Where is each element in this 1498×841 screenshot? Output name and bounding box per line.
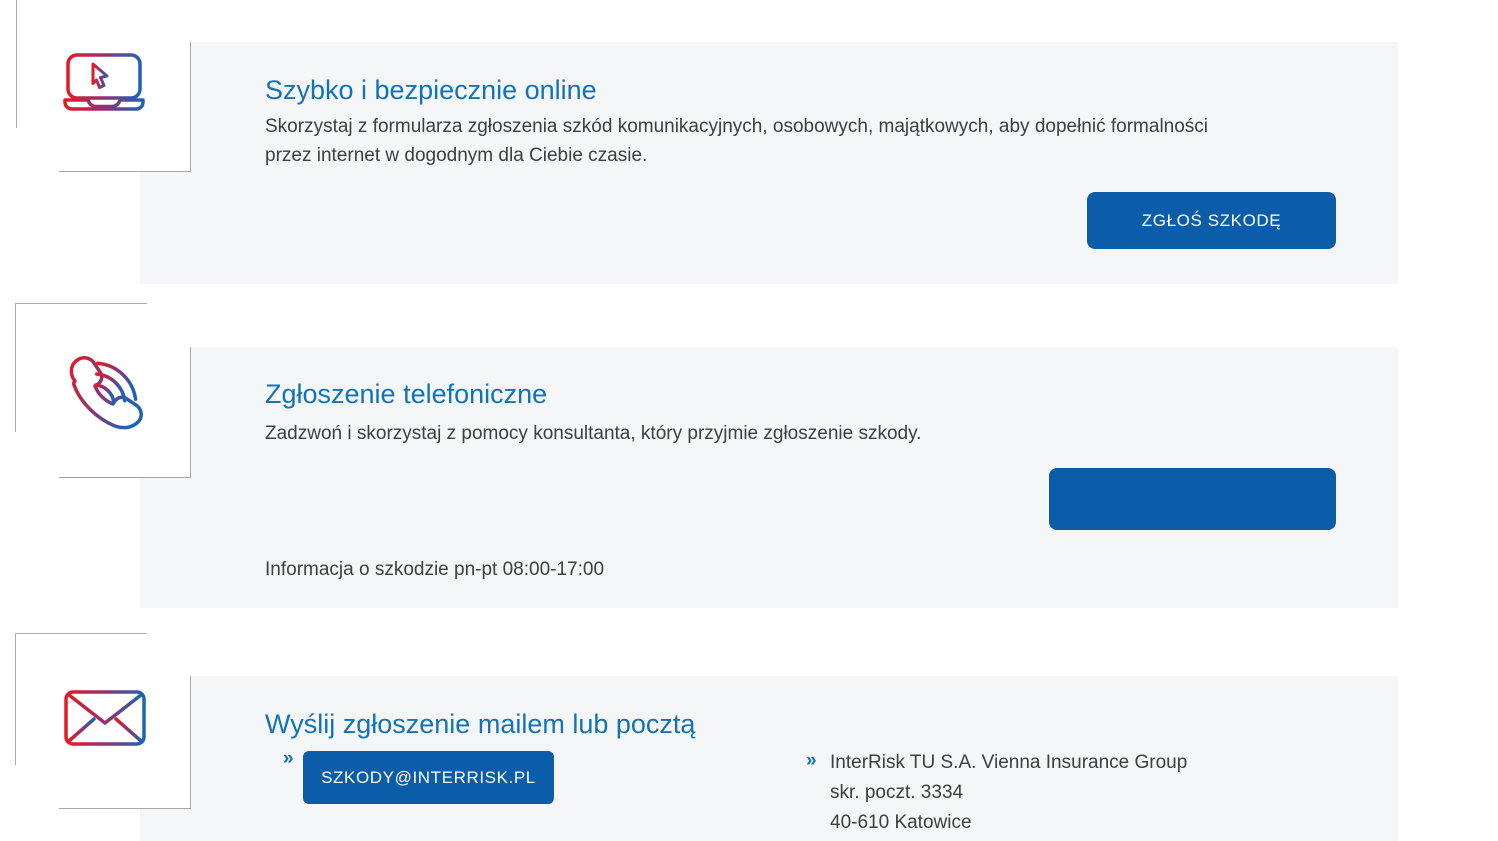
email-button[interactable]: SZKODY@INTERRISK.PL (303, 751, 554, 804)
section-title: Wyślij zgłoszenie mailem lub pocztą (265, 707, 695, 741)
section-description: Zadzwoń i skorzystaj z pomocy konsultant… (265, 419, 1325, 448)
online-icon-box (59, 42, 191, 172)
phone-number-button[interactable] (1049, 468, 1336, 530)
description-line: przez internet w dogodnym dla Ciebie cza… (265, 141, 1325, 170)
address-line: skr. poczt. 3334 (830, 778, 1187, 808)
phone-icon (63, 350, 149, 436)
laptop-cursor-icon (63, 53, 145, 111)
section-title: Szybko i bezpiecznie online (265, 73, 597, 107)
chevron-right-icon: » (283, 748, 294, 770)
claim-info-hours: Informacja o szkodzie pn-pt 08:00-17:00 (265, 555, 604, 584)
section-description: Skorzystaj z formularza zgłoszenia szkód… (265, 112, 1325, 170)
claims-reporting-page: Szybko i bezpiecznie online Skorzystaj z… (0, 0, 1498, 841)
envelope-icon (64, 690, 146, 746)
chevron-right-icon: » (806, 750, 817, 772)
address-line: 40-610 Katowice (830, 808, 1187, 838)
mail-icon-box (59, 676, 191, 809)
description-line: Zadzwoń i skorzystaj z pomocy konsultant… (265, 419, 1325, 448)
section-title: Zgłoszenie telefoniczne (265, 377, 547, 411)
report-claim-button[interactable]: ZGŁOŚ SZKODĘ (1087, 192, 1336, 249)
description-line: Skorzystaj z formularza zgłoszenia szkód… (265, 112, 1325, 141)
postal-address: InterRisk TU S.A. Vienna Insurance Group… (830, 748, 1187, 838)
address-line: InterRisk TU S.A. Vienna Insurance Group (830, 748, 1187, 778)
phone-icon-box (59, 347, 191, 478)
